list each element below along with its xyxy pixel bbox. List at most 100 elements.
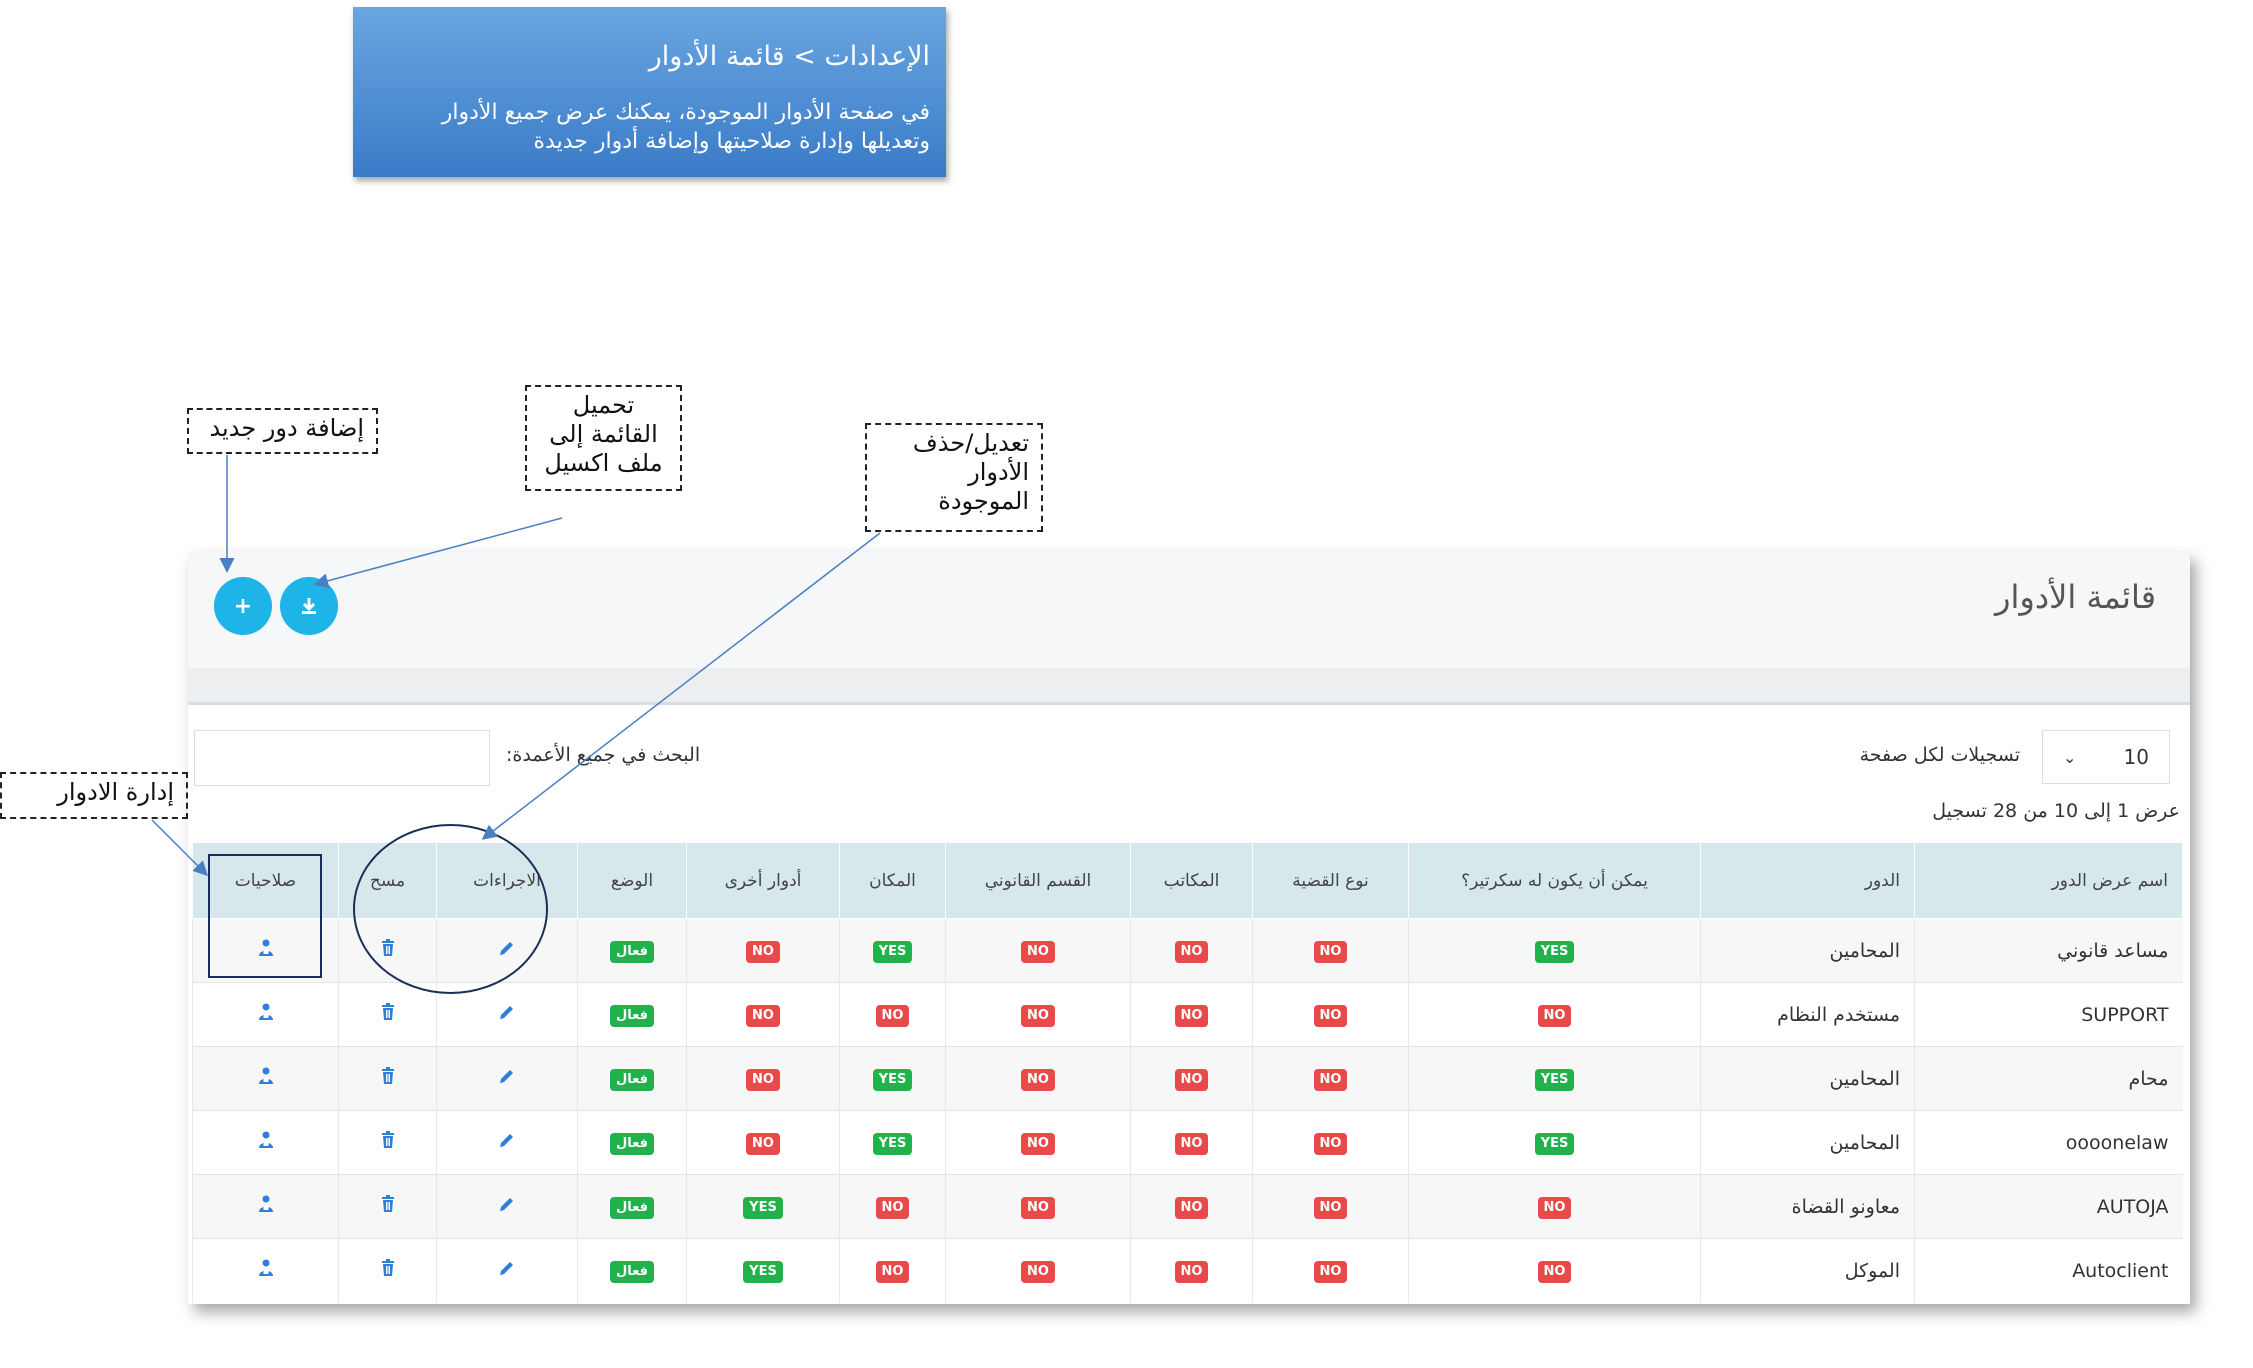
status-badge: فعال bbox=[609, 941, 654, 963]
other-roles-badge: NO bbox=[746, 1005, 780, 1027]
col-secretary[interactable]: يمكن أن يكون له سكرتير؟ bbox=[1408, 842, 1701, 919]
cell-display-name: oooonelaw bbox=[1914, 1110, 2183, 1175]
secretary-badge: YES bbox=[1534, 1133, 1575, 1155]
cell-secretary: YES bbox=[1408, 1110, 1701, 1175]
cell-legal-dept: NO bbox=[945, 982, 1131, 1047]
edit-pencil-icon[interactable] bbox=[497, 1194, 517, 1214]
cell-permissions bbox=[192, 1238, 339, 1303]
col-other-roles[interactable]: أدوار أخرى bbox=[686, 842, 840, 919]
other-roles-badge: YES bbox=[743, 1197, 783, 1219]
offices-badge: NO bbox=[1174, 1133, 1209, 1155]
cell-delete bbox=[338, 1238, 437, 1303]
trash-icon[interactable] bbox=[378, 1002, 398, 1022]
legal-dept-badge: NO bbox=[1021, 1261, 1055, 1284]
secretary-badge: YES bbox=[1534, 941, 1575, 963]
trash-icon[interactable] bbox=[378, 1130, 398, 1150]
other-roles-badge: NO bbox=[746, 1133, 780, 1155]
cell-display-name: SUPPORT bbox=[1914, 982, 2183, 1047]
cell-place: YES bbox=[839, 918, 946, 983]
cell-legal-dept: NO bbox=[945, 1110, 1131, 1175]
cell-place: YES bbox=[839, 1110, 946, 1175]
cell-role: مستخدم النظام bbox=[1700, 982, 1915, 1047]
cell-other-roles: YES bbox=[686, 1238, 840, 1303]
cell-status: فعال bbox=[577, 1110, 687, 1175]
cell-role: المحامين bbox=[1700, 918, 1915, 983]
offices-badge: NO bbox=[1174, 1261, 1209, 1284]
cell-offices: NO bbox=[1130, 1046, 1253, 1111]
legal-dept-badge: NO bbox=[1021, 1133, 1055, 1155]
other-roles-badge: YES bbox=[743, 1261, 783, 1284]
annotation-manage-roles: إدارة الادوار bbox=[0, 772, 188, 819]
callout-desc-line-1: في صفحة الأدوار الموجودة، يمكنك عرض جميع… bbox=[441, 100, 930, 125]
chevron-down-icon: ⌄ bbox=[2063, 747, 2077, 767]
col-legal-dept[interactable]: القسم القانوني bbox=[945, 842, 1131, 919]
legal-dept-badge: NO bbox=[1021, 1197, 1055, 1219]
cell-permissions bbox=[192, 1110, 339, 1175]
user-lock-icon[interactable] bbox=[256, 1066, 276, 1086]
cell-actions bbox=[436, 1046, 578, 1111]
edit-pencil-icon[interactable] bbox=[497, 1002, 517, 1022]
annotation-manage-roles-text: إدارة الادوار bbox=[57, 778, 174, 806]
cell-legal-dept: NO bbox=[945, 918, 1131, 983]
cell-case-type: NO bbox=[1252, 1174, 1409, 1239]
case-type-badge: NO bbox=[1313, 1005, 1348, 1027]
cell-place: NO bbox=[839, 1238, 946, 1303]
cell-actions bbox=[436, 1110, 578, 1175]
cell-legal-dept: NO bbox=[945, 1174, 1131, 1239]
annotation-export-line-1: تحميل bbox=[572, 391, 635, 419]
cell-other-roles: NO bbox=[686, 1110, 840, 1175]
download-excel-button[interactable] bbox=[280, 577, 338, 635]
cell-case-type: NO bbox=[1252, 982, 1409, 1047]
status-badge: فعال bbox=[609, 1069, 654, 1091]
col-status[interactable]: الوضع bbox=[577, 842, 687, 919]
other-roles-badge: NO bbox=[746, 1069, 780, 1091]
cell-permissions bbox=[192, 982, 339, 1047]
plus-icon: + bbox=[233, 593, 253, 619]
place-badge: NO bbox=[875, 1197, 910, 1219]
cell-role: المحامين bbox=[1700, 1110, 1915, 1175]
permissions-highlight-box bbox=[208, 854, 322, 978]
col-place[interactable]: المكان bbox=[839, 842, 946, 919]
cell-actions bbox=[436, 1238, 578, 1303]
user-lock-icon[interactable] bbox=[256, 1258, 276, 1278]
case-type-badge: NO bbox=[1313, 1261, 1348, 1284]
col-role[interactable]: الدور bbox=[1700, 842, 1915, 919]
add-role-button[interactable]: + bbox=[214, 577, 272, 635]
status-badge: فعال bbox=[609, 1197, 654, 1219]
search-input[interactable] bbox=[194, 730, 490, 786]
edit-pencil-icon[interactable] bbox=[497, 1130, 517, 1150]
col-case-type[interactable]: نوع القضية bbox=[1252, 842, 1409, 919]
cell-offices: NO bbox=[1130, 1174, 1253, 1239]
cell-place: YES bbox=[839, 1046, 946, 1111]
callout-title: الإعدادات > قائمة الأدوار bbox=[648, 41, 930, 72]
edit-pencil-icon[interactable] bbox=[497, 1258, 517, 1278]
col-offices[interactable]: المكاتب bbox=[1130, 842, 1253, 919]
page-length-value: 10 bbox=[2123, 745, 2149, 769]
cell-offices: NO bbox=[1130, 1238, 1253, 1303]
cell-delete bbox=[338, 1046, 437, 1111]
table-row: SUPPORT مستخدم النظام NO NO NO NO NO NO فعال bbox=[192, 982, 2183, 1047]
page-length-select[interactable]: ⌄ 10 bbox=[2042, 730, 2170, 784]
annotation-edit-line-1: تعديل/حذف bbox=[912, 429, 1029, 457]
trash-icon[interactable] bbox=[378, 1194, 398, 1214]
page-length-label: تسجيلات لكل صفحة bbox=[1859, 744, 2020, 766]
cell-other-roles: NO bbox=[686, 1046, 840, 1111]
trash-icon[interactable] bbox=[378, 1066, 398, 1086]
col-display-name[interactable]: اسم عرض الدور bbox=[1914, 842, 2183, 919]
cell-case-type: NO bbox=[1252, 1046, 1409, 1111]
edit-pencil-icon[interactable] bbox=[497, 1066, 517, 1086]
cell-other-roles: NO bbox=[686, 918, 840, 983]
cell-display-name: مساعد قانوني bbox=[1914, 918, 2183, 983]
offices-badge: NO bbox=[1174, 941, 1209, 963]
legal-dept-badge: NO bbox=[1021, 1069, 1055, 1091]
search-label: البحث في جميع الأعمدة: bbox=[506, 744, 701, 766]
trash-icon[interactable] bbox=[378, 1258, 398, 1278]
cell-case-type: NO bbox=[1252, 918, 1409, 983]
cell-status: فعال bbox=[577, 1174, 687, 1239]
annotation-edit-line-3: الموجودة bbox=[938, 487, 1029, 515]
user-lock-icon[interactable] bbox=[256, 1194, 276, 1214]
place-badge: YES bbox=[872, 1133, 913, 1155]
user-lock-icon[interactable] bbox=[256, 1002, 276, 1022]
place-badge: NO bbox=[875, 1261, 910, 1284]
user-lock-icon[interactable] bbox=[256, 1130, 276, 1150]
